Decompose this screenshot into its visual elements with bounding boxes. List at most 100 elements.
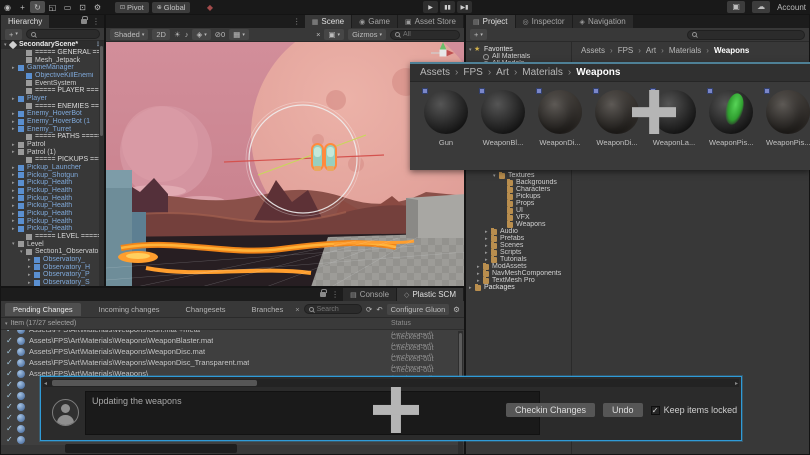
scrollbar-thumb[interactable] (52, 380, 257, 386)
hierarchy-item[interactable]: ObjectiveKillEnemi › (1, 72, 104, 80)
tab-hierarchy[interactable]: Hierarchy (1, 15, 49, 28)
hierarchy-item[interactable]: ▸ Pickup_Health › (1, 179, 104, 187)
refresh-icon[interactable]: ⟳ (366, 305, 372, 314)
scm-search-input[interactable] (317, 306, 357, 313)
menu-icon[interactable]: ⋮ (92, 17, 100, 26)
scene-search-input[interactable] (403, 31, 455, 38)
keep-locked-checkbox[interactable]: ✓ (651, 406, 660, 415)
hierarchy-item[interactable]: ▸ Pickup_Health › (1, 202, 104, 210)
draw-mode-dropdown[interactable]: Shaded▾ (110, 29, 148, 40)
2d-toggle[interactable]: 2D (152, 29, 170, 40)
bottom-panel-tab[interactable]: ▤ Console (343, 288, 396, 301)
hierarchy-item[interactable]: ▸ Observatory_P › (1, 271, 104, 279)
checkbox-checked-icon[interactable]: ✓ (6, 435, 17, 444)
folder-item[interactable]: VFX (466, 214, 606, 221)
hierarchy-item[interactable]: ===== PLAYER ==== (1, 87, 104, 95)
checkbox-checked-icon[interactable]: ✓ (6, 347, 17, 356)
hierarchy-item[interactable]: ▸ GameManager › (1, 64, 104, 72)
pivot-button[interactable]: ⊡Pivot (115, 2, 149, 13)
folder-item[interactable]: Characters (466, 186, 606, 193)
favorites-item[interactable]: All Materials (466, 53, 570, 60)
hierarchy-item[interactable]: ▾ Level (1, 240, 104, 248)
folder-item[interactable]: UI (466, 207, 606, 214)
hierarchy-search-input[interactable] (39, 31, 95, 38)
audio-toggle-icon[interactable]: ♪ (185, 30, 189, 39)
lock-icon[interactable] (81, 19, 87, 24)
move-tool-icon[interactable]: + (15, 1, 30, 13)
hierarchy-item[interactable]: ▸ Pickup_Shotgun › (1, 171, 104, 179)
account-button[interactable]: Account (777, 3, 806, 12)
hidden-objects-icon[interactable]: ⊘0 (215, 30, 225, 39)
project-search[interactable] (687, 30, 805, 40)
scene-tools-icon[interactable]: × (316, 30, 320, 39)
favorites-item[interactable]: ▾ Favorites (466, 46, 570, 53)
hierarchy-item[interactable]: ===== PICKUPS === (1, 156, 104, 164)
breadcrumb-segment[interactable]: Materials (522, 67, 576, 78)
rect-tool-icon[interactable]: ▭ (60, 1, 75, 13)
hierarchy-item[interactable]: EventSystem (1, 79, 104, 87)
lock-icon[interactable] (320, 292, 326, 297)
breadcrumb-segment[interactable]: FPS (463, 67, 496, 78)
collab-toolbar-icon[interactable]: ▣ (727, 1, 745, 13)
scroll-left-icon[interactable]: ◂ (44, 380, 47, 387)
project-panel-tab[interactable]: ◎ Inspector (516, 15, 572, 28)
material-thumbnail[interactable]: Gun (424, 90, 468, 147)
breadcrumb-segment[interactable]: Assets (581, 46, 618, 55)
material-thumbnail[interactable]: WeaponBl... (481, 90, 525, 147)
effects-dropdown[interactable]: ◈▾ (192, 29, 210, 40)
checkin-changes-button[interactable]: Checkin Changes (506, 403, 595, 417)
hierarchy-item[interactable]: ▸ Patrol (1) (1, 148, 104, 156)
hierarchy-scrollbar[interactable] (99, 42, 104, 287)
breadcrumb-segment[interactable]: Materials (669, 46, 714, 55)
scene-search[interactable] (390, 30, 460, 40)
project-search-input[interactable] (700, 31, 800, 38)
scm-subtab[interactable]: Branches (244, 303, 292, 316)
hierarchy-item[interactable]: ▸ Enemy_HoverBot › (1, 110, 104, 118)
scm-subtab[interactable]: Incoming changes (91, 303, 168, 316)
rotate-tool-icon[interactable]: ↻ (30, 1, 45, 13)
hierarchy-item[interactable]: ▸ Pickup_Health › (1, 194, 104, 202)
create-object-button[interactable]: +▾ (5, 29, 22, 40)
cloud-icon[interactable]: ☁ (752, 1, 770, 13)
breadcrumb-segment[interactable]: FPS (618, 46, 646, 55)
checkbox-checked-icon[interactable]: ✓ (6, 336, 17, 345)
collapse-icon[interactable]: ▾ (5, 321, 8, 327)
hierarchy-item[interactable]: ▸ Enemy_Turret › (1, 125, 104, 133)
folder-item[interactable]: ▸ Packages (466, 284, 606, 291)
grid-dropdown[interactable]: ▦▾ (229, 29, 249, 40)
scroll-right-icon[interactable]: ▸ (735, 380, 738, 387)
global-button[interactable]: ⊕Global (152, 2, 191, 13)
scene-view-tab[interactable]: ▣ Asset Store (398, 15, 463, 28)
undo-icon[interactable]: ↶ (376, 305, 382, 314)
checkbox-checked-icon[interactable]: ✓ (6, 413, 17, 422)
folder-item[interactable]: ▸ ModAssets (466, 263, 606, 270)
folder-item[interactable]: ▸ NavMeshComponents (466, 270, 606, 277)
breadcrumb-segment[interactable]: Art (646, 46, 669, 55)
hierarchy-item[interactable]: ▸ Pickup_Health › (1, 210, 104, 218)
hierarchy-item[interactable]: ▸ Pickup_Health › (1, 217, 104, 225)
folder-item[interactable]: ▸ Scripts (466, 249, 606, 256)
project-panel-tab[interactable]: ◈ Navigation (573, 15, 633, 28)
checkbox-checked-icon[interactable]: ✓ (6, 330, 17, 334)
create-asset-button[interactable]: +▾ (470, 29, 487, 40)
checkbox-checked-icon[interactable]: ✓ (6, 391, 17, 400)
hierarchy-item[interactable]: ===== PATHS ===== (1, 133, 104, 141)
material-thumbnail[interactable]: WeaponPis... (766, 90, 810, 147)
breadcrumb-segment[interactable]: Assets (420, 67, 463, 78)
camera-dropdown[interactable]: ▣▾ (324, 29, 344, 40)
folder-item[interactable]: Pickups (466, 193, 606, 200)
material-thumbnail[interactable]: WeaponDi... (538, 90, 582, 147)
play-button[interactable]: ▶ (423, 1, 438, 13)
hierarchy-item[interactable]: ▾ Section1_Observato (1, 248, 104, 256)
scene-view-tab[interactable]: ▦ Scene (305, 15, 351, 28)
file-list-header[interactable]: ▾ Item (17/27 selected) Status (1, 318, 464, 330)
checkbox-checked-icon[interactable]: ✓ (6, 380, 17, 389)
folder-item[interactable]: ▸ Tutorials (466, 256, 606, 263)
gear-icon[interactable]: ⚙ (453, 305, 460, 314)
hierarchy-item[interactable]: ▸ Patrol (1, 141, 104, 149)
hierarchy-item[interactable]: ▸ Player › (1, 95, 104, 103)
hand-tool-icon[interactable]: ◉ (0, 1, 15, 13)
horizontal-scrollbar[interactable]: ◂ ▸ (43, 379, 739, 387)
step-button[interactable]: ▶▮ (457, 1, 472, 13)
folder-item[interactable]: Backgrounds (466, 179, 606, 186)
